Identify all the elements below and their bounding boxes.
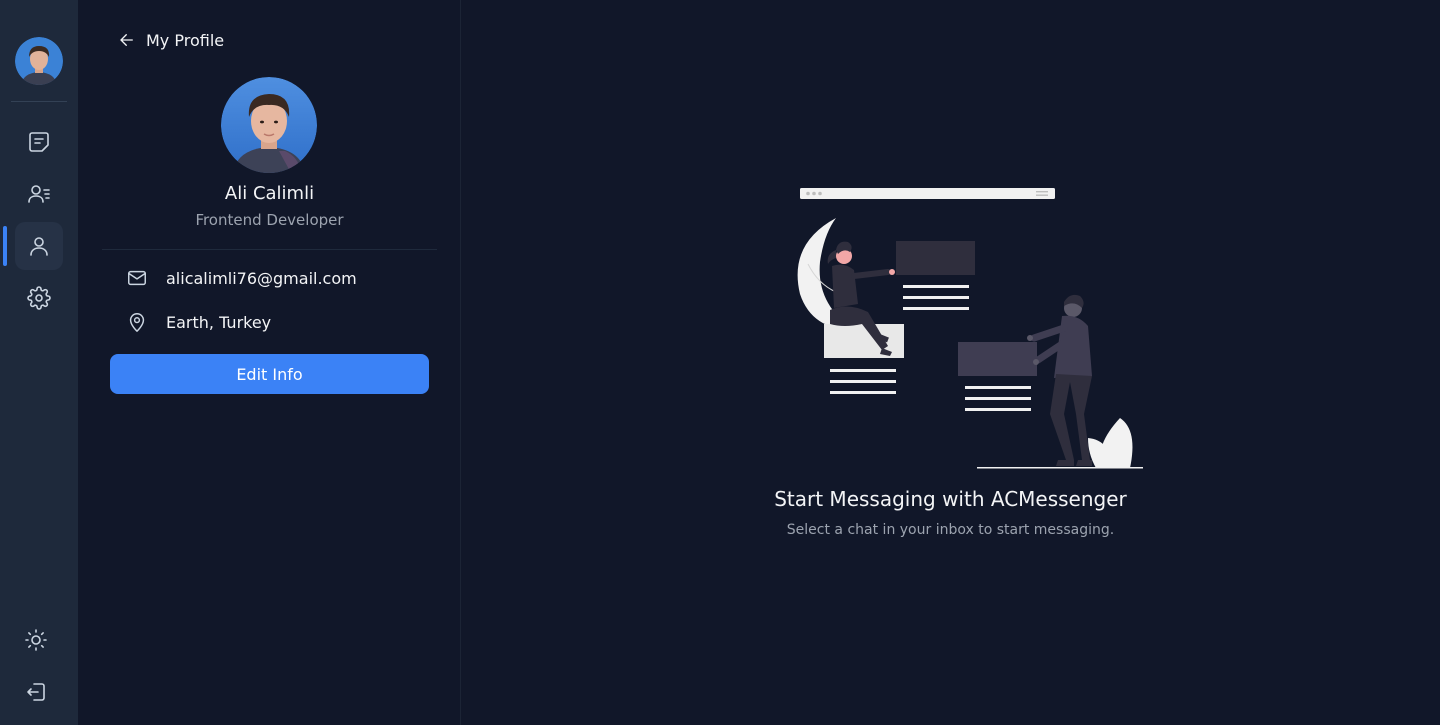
profile-role: Frontend Developer xyxy=(195,211,344,229)
gear-icon xyxy=(27,286,51,310)
profile-name: Ali Calimli xyxy=(224,183,315,204)
edit-info-button[interactable]: Edit Info xyxy=(110,354,429,394)
mail-icon xyxy=(128,270,146,286)
rail-chats-button[interactable] xyxy=(15,118,63,166)
profile-panel: My Profile Ali Calimli Frontend Develope… xyxy=(78,0,461,725)
empty-state-subtitle: Select a chat in your inbox to start mes… xyxy=(786,522,1115,538)
rail-settings-button[interactable] xyxy=(15,274,63,322)
rail-divider xyxy=(11,101,67,102)
empty-state-title: Start Messaging with ACMessenger xyxy=(774,487,1127,511)
location-pin-icon xyxy=(129,313,145,332)
location-text: Earth, Turkey xyxy=(166,312,272,332)
rail-contacts-button[interactable] xyxy=(15,170,63,218)
panel-divider xyxy=(102,249,437,250)
email-text: alicalimli76@gmail.com xyxy=(166,268,357,288)
panel-title: My Profile xyxy=(146,30,225,50)
back-to-profile[interactable]: My Profile xyxy=(118,28,224,52)
arrow-left-icon[interactable] xyxy=(118,31,136,49)
active-indicator xyxy=(3,226,7,266)
email-row: alicalimli76@gmail.com xyxy=(126,266,357,290)
chat-icon xyxy=(29,132,49,152)
nav-rail xyxy=(0,0,78,725)
location-row: Earth, Turkey xyxy=(126,310,271,334)
profile-photo xyxy=(221,77,317,173)
profile-avatar xyxy=(221,77,317,173)
rail-profile-button[interactable] xyxy=(15,222,63,270)
sun-icon xyxy=(25,629,47,651)
user-icon xyxy=(30,237,48,256)
messaging-illustration xyxy=(797,188,1143,469)
avatar-photo xyxy=(15,37,63,85)
main-content: Start Messaging with ACMessenger Select … xyxy=(461,0,1440,725)
logout-icon xyxy=(27,683,45,701)
rail-avatar[interactable] xyxy=(15,37,63,85)
logout-button[interactable] xyxy=(12,668,60,716)
contacts-icon xyxy=(28,185,50,203)
theme-toggle-button[interactable] xyxy=(12,616,60,664)
